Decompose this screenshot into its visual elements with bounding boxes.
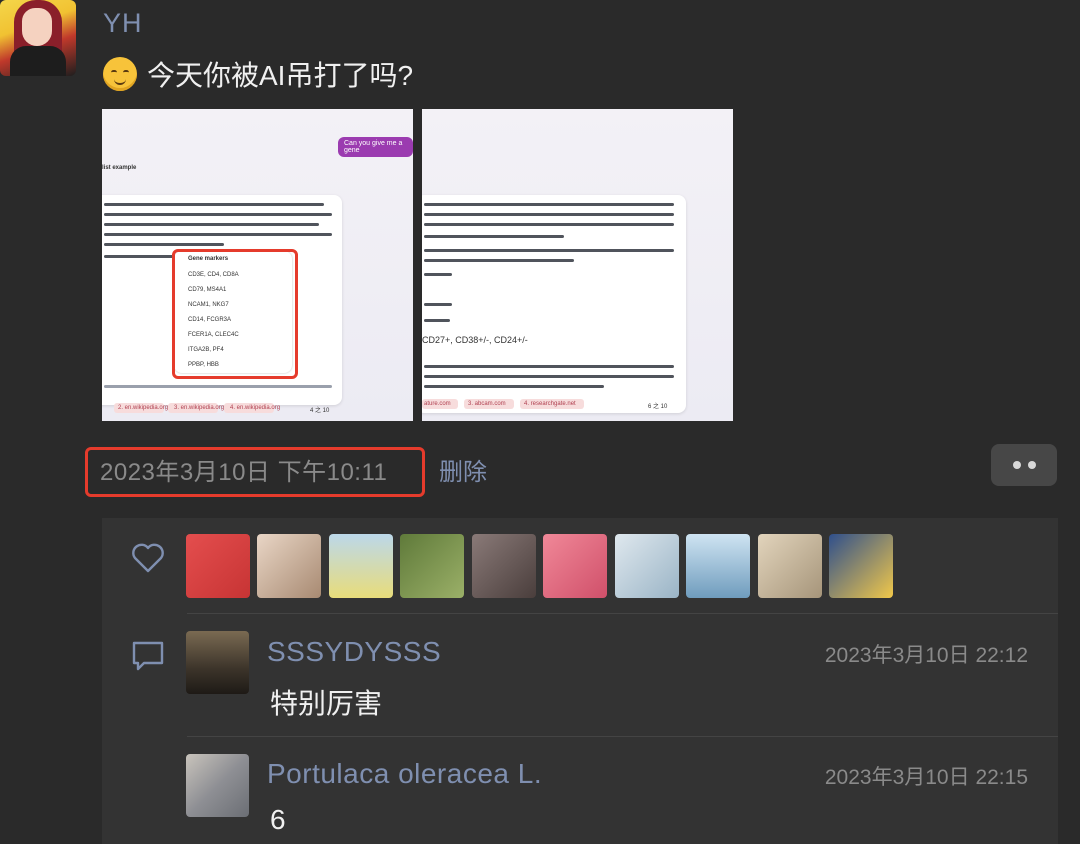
dot-icon bbox=[1012, 461, 1021, 469]
commenter-name[interactable]: Portulaca oleracea L. bbox=[267, 758, 542, 790]
post-text-content: 今天你被AI吊打了吗? bbox=[147, 60, 414, 91]
source-link[interactable]: 3. en.wikipedia.org bbox=[174, 405, 224, 411]
comment-time: 2023年3月10日 22:15 bbox=[824, 766, 1028, 789]
source-link[interactable]: ature.com bbox=[424, 401, 451, 407]
liker-avatar[interactable] bbox=[829, 534, 893, 598]
delete-link[interactable]: 删除 bbox=[439, 452, 487, 487]
author-avatar[interactable] bbox=[0, 0, 76, 76]
chat-bubble: Can you give me a gene bbox=[338, 137, 413, 157]
comment-text: 特别厉害 bbox=[270, 688, 383, 719]
liker-avatar[interactable] bbox=[329, 534, 393, 598]
liker-avatar[interactable] bbox=[758, 534, 822, 598]
attached-image-1[interactable]: Can you give me a gene list example Gene… bbox=[102, 109, 413, 421]
comment-time: 2023年3月10日 22:12 bbox=[824, 644, 1028, 667]
attached-image-2[interactable]: CD27+, CD38+/-, CD24+/- ature.com 3. abc… bbox=[422, 109, 733, 421]
smiling-face-icon bbox=[103, 57, 137, 91]
liker-avatar[interactable] bbox=[186, 534, 250, 598]
author-name[interactable]: YH bbox=[103, 8, 143, 39]
dot-icon bbox=[1027, 461, 1036, 469]
interaction-panel: SSSYDYSSS 2023年3月10日 22:12 特别厉害 Portulac… bbox=[102, 518, 1058, 844]
post-text: 今天你被AI吊打了吗? bbox=[103, 54, 413, 94]
screenshot-heading: list example bbox=[102, 165, 137, 171]
liker-avatar[interactable] bbox=[400, 534, 464, 598]
page-counter: 4 之 10 bbox=[310, 408, 330, 414]
liker-avatar[interactable] bbox=[257, 534, 321, 598]
source-link[interactable]: 4. researchgate.net bbox=[524, 401, 576, 407]
commenter-name[interactable]: SSSYDYSSS bbox=[267, 636, 441, 668]
source-link[interactable]: 2. en.wikipedia.org bbox=[118, 405, 168, 411]
heart-icon bbox=[132, 543, 164, 573]
more-options-button[interactable] bbox=[991, 444, 1057, 486]
liker-avatar[interactable] bbox=[615, 534, 679, 598]
answer-card: CD27+, CD38+/-, CD24+/- bbox=[422, 195, 686, 413]
comment-icon bbox=[132, 641, 164, 671]
liker-avatar[interactable] bbox=[543, 534, 607, 598]
commenter-avatar[interactable] bbox=[186, 754, 249, 817]
source-link[interactable]: 4. en.wikipedia.org bbox=[230, 405, 280, 411]
source-link[interactable]: 3. abcam.com bbox=[468, 401, 506, 407]
timestamp-highlight-box bbox=[85, 447, 425, 497]
liker-avatar[interactable] bbox=[686, 534, 750, 598]
highlight-box bbox=[172, 249, 298, 379]
liker-avatar[interactable] bbox=[472, 534, 536, 598]
commenter-avatar[interactable] bbox=[186, 631, 249, 694]
page-counter: 6 之 10 bbox=[648, 404, 668, 410]
comment-text: 6 bbox=[270, 804, 286, 835]
marker-line: CD27+, CD38+/-, CD24+/- bbox=[422, 335, 528, 345]
